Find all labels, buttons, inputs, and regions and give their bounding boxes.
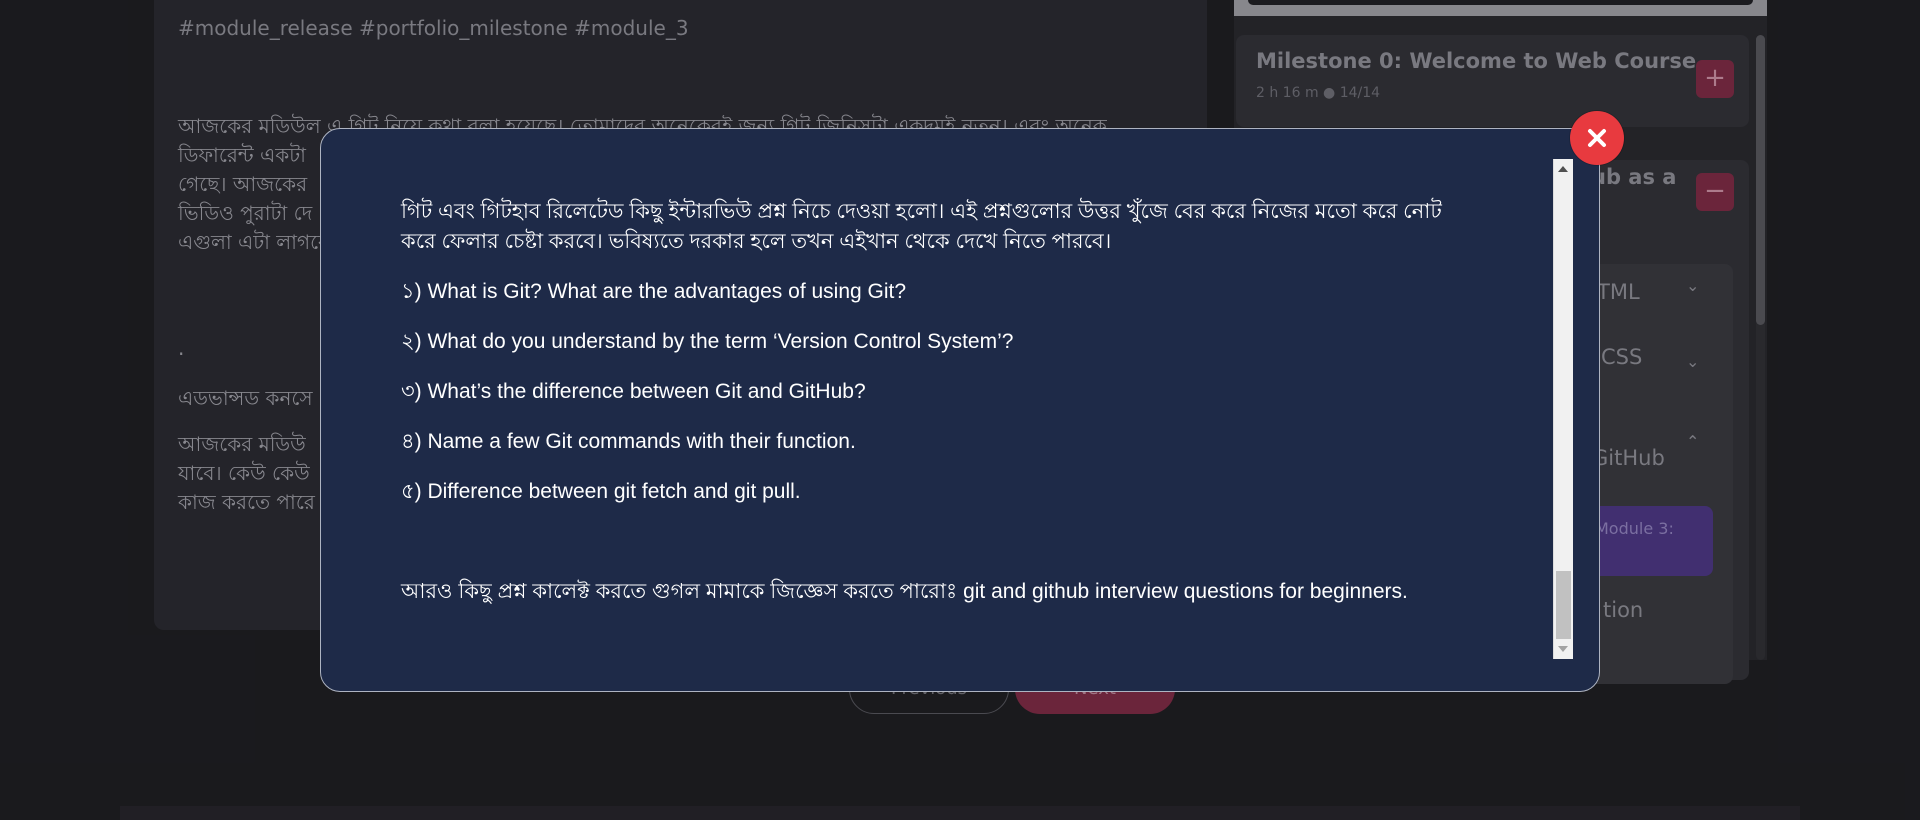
modal-intro-text: গিট এবং গিটহাব রিলেটেড কিছু ইন্টারভিউ প্… [401, 200, 1442, 253]
modal-body: গিট এবং গিটহাব রিলেটেড কিছু ইন্টারভিউ প্… [401, 197, 1481, 607]
question-item: ৩) What’s the difference between Git and… [401, 380, 866, 403]
more-questions-text: আরও কিছু প্রশ্ন কালেক্ট করতে গুগল মামাকে… [401, 580, 1408, 603]
question-item: ১) What is Git? What are the advantages … [401, 280, 907, 303]
question-item: ৪) Name a few Git commands with their fu… [401, 430, 856, 453]
close-modal-button[interactable] [1570, 111, 1624, 165]
modal-scrollbar[interactable] [1553, 159, 1573, 659]
close-x-icon [1588, 129, 1606, 147]
scroll-up-arrow-icon[interactable] [1558, 166, 1568, 172]
modal-scroll-thumb[interactable] [1556, 571, 1571, 639]
question-item: ৫) Difference between git fetch and git … [401, 480, 801, 503]
question-item: ২) What do you understand by the term ‘V… [401, 330, 1014, 353]
scroll-down-arrow-icon[interactable] [1558, 646, 1568, 652]
interview-questions-modal: গিট এবং গিটহাব রিলেটেড কিছু ইন্টারভিউ প্… [320, 128, 1600, 692]
